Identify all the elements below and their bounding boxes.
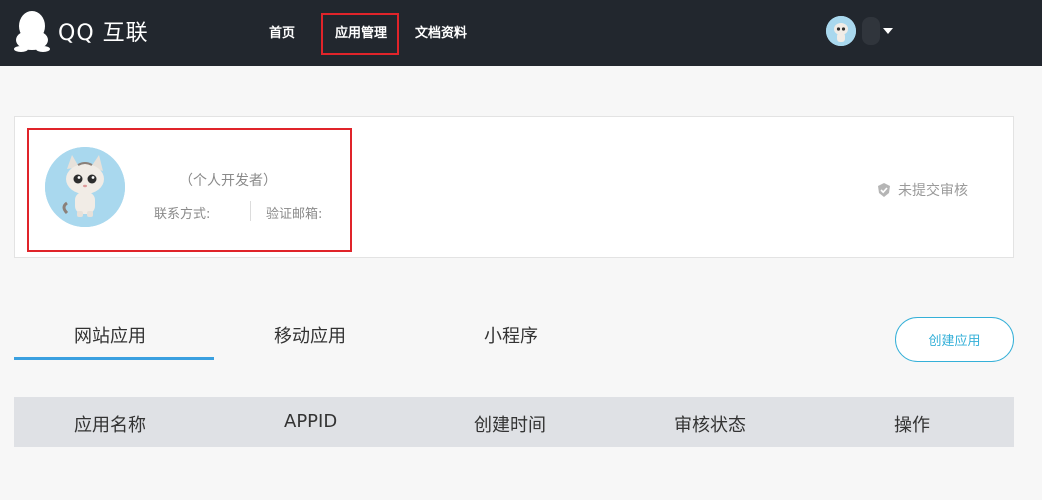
column-header-appid: APPID	[284, 411, 338, 432]
developer-type: （个人开发者）	[179, 173, 277, 189]
tab-web-apps[interactable]: 网站应用	[74, 322, 146, 348]
column-header-actions: 操作	[894, 415, 930, 436]
app-table-header: 应用名称 APPID 创建时间 审核状态 操作	[14, 397, 1014, 447]
review-status: 未提交审核	[876, 180, 968, 200]
nav-app-management[interactable]: 应用管理	[335, 22, 387, 41]
username-redacted	[862, 17, 880, 45]
penguin-logo-icon	[14, 11, 50, 52]
user-avatar[interactable]	[826, 16, 856, 46]
brand-name: QQ 互联	[58, 21, 149, 46]
cat-avatar-icon	[826, 16, 856, 46]
nav-home[interactable]: 首页	[269, 22, 295, 41]
cat-avatar-icon	[45, 147, 125, 227]
column-header-review-status: 审核状态	[674, 415, 746, 436]
tab-mobile-apps[interactable]: 移动应用	[274, 322, 346, 348]
column-header-created-time: 创建时间	[474, 415, 546, 436]
nav-docs[interactable]: 文档资料	[415, 22, 467, 41]
profile-divider	[250, 201, 251, 221]
top-navbar: QQ 互联 首页 应用管理 文档资料	[0, 0, 1042, 66]
qq-connect-logo[interactable]: QQ 互联	[14, 10, 149, 52]
shield-check-icon	[878, 183, 890, 197]
column-header-app-name: 应用名称	[74, 415, 146, 436]
review-status-text: 未提交审核	[898, 183, 968, 199]
create-app-button[interactable]: 创建应用	[895, 317, 1014, 362]
chevron-down-icon[interactable]	[883, 28, 893, 34]
developer-avatar	[45, 147, 125, 227]
active-tab-indicator	[14, 357, 214, 360]
user-menu[interactable]	[826, 16, 893, 46]
email-label: 验证邮箱:	[266, 207, 323, 222]
tab-mini-programs[interactable]: 小程序	[484, 322, 538, 348]
contact-label: 联系方式:	[154, 207, 211, 222]
